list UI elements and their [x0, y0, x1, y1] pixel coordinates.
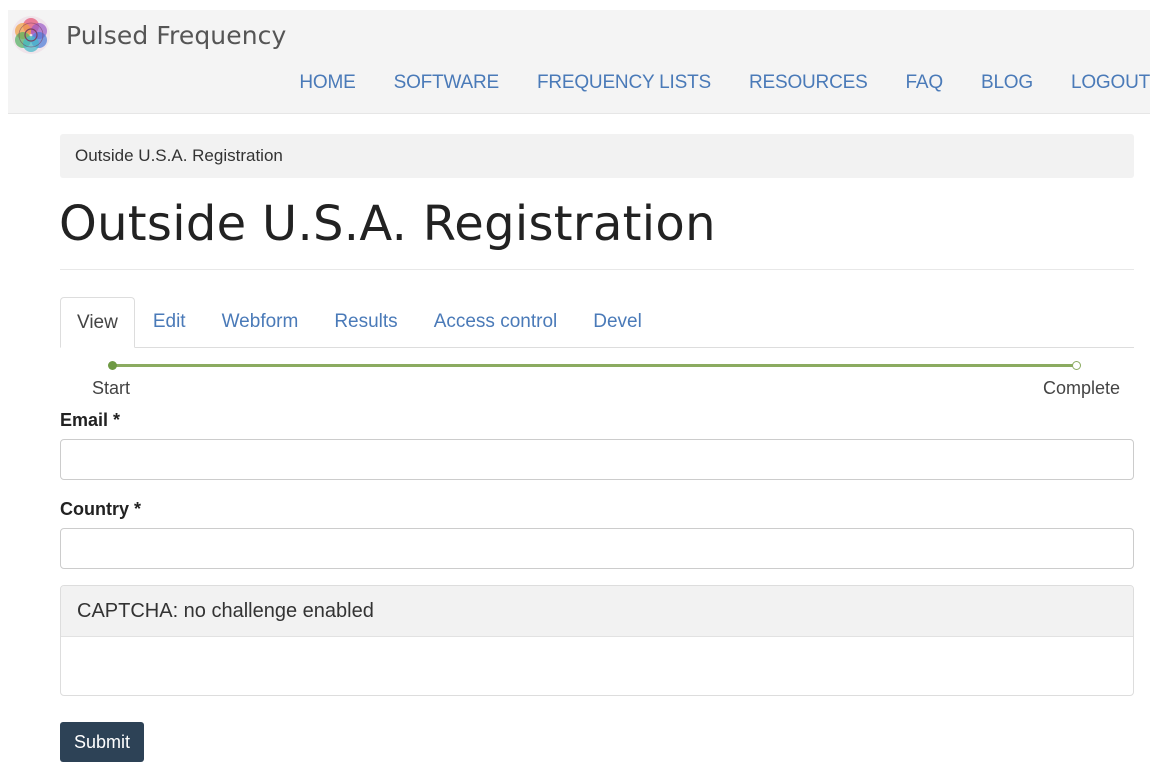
nav-resources[interactable]: RESOURCES	[749, 72, 868, 94]
email-field[interactable]	[60, 439, 1134, 480]
tab-access-control[interactable]: Access control	[416, 297, 576, 347]
nav-logout[interactable]: LOGOUT	[1071, 72, 1150, 94]
breadcrumb: Outside U.S.A. Registration	[60, 134, 1134, 178]
country-label: Country *	[60, 499, 141, 519]
submit-button[interactable]: Submit	[60, 722, 145, 762]
nav-frequency-lists[interactable]: FREQUENCY LISTS	[537, 72, 711, 94]
flower-of-life-logo-icon[interactable]	[10, 14, 52, 56]
nav-faq[interactable]: FAQ	[906, 72, 944, 94]
breadcrumb-current: Outside U.S.A. Registration	[75, 146, 283, 165]
captcha-title: CAPTCHA: no challenge enabled	[61, 586, 1133, 637]
tab-webform[interactable]: Webform	[204, 297, 317, 347]
site-name[interactable]: Pulsed Frequency	[66, 21, 286, 50]
brand[interactable]: Pulsed Frequency	[10, 14, 286, 56]
email-label: Email *	[60, 410, 121, 430]
local-tabs: View Edit Webform Results Access control…	[60, 297, 1134, 348]
progress-start-marker	[108, 361, 117, 370]
country-field[interactable]	[60, 528, 1134, 569]
tab-edit[interactable]: Edit	[135, 297, 204, 347]
site-header: Pulsed Frequency HOME SOFTWARE FREQUENCY…	[8, 10, 1150, 114]
progress-start-label: Start	[92, 378, 131, 398]
nav-blog[interactable]: BLOG	[981, 72, 1033, 94]
progress-end-marker	[1072, 361, 1081, 370]
nav-software[interactable]: SOFTWARE	[394, 72, 500, 94]
tab-results[interactable]: Results	[316, 297, 415, 347]
page-title: Outside U.S.A. Registration	[59, 196, 716, 252]
tab-devel[interactable]: Devel	[575, 297, 660, 347]
captcha-panel: CAPTCHA: no challenge enabled	[60, 585, 1134, 696]
main-nav: HOME SOFTWARE FREQUENCY LISTS RESOURCES …	[299, 72, 1150, 94]
nav-home[interactable]: HOME	[299, 72, 355, 94]
tab-view[interactable]: View	[60, 297, 135, 348]
progress-end-label: Complete	[1042, 378, 1120, 398]
progress-bar	[112, 364, 1076, 367]
title-divider	[60, 269, 1134, 270]
